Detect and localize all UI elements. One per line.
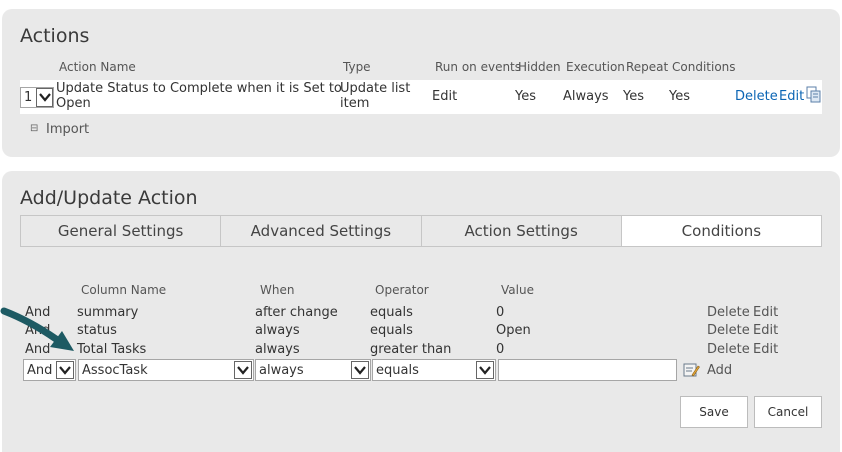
add-update-title: Add/Update Action (20, 187, 198, 209)
condition-when: after change (255, 305, 338, 320)
action-edit-link[interactable]: Edit (779, 89, 804, 104)
actions-panel: Actions Action Name Type Run on events H… (2, 9, 840, 157)
header-conditions: Conditions (672, 60, 736, 74)
condition-value: Open (496, 323, 531, 338)
action-name: Update Status to Complete when it is Set… (56, 81, 342, 111)
action-type-line1: Update list (340, 81, 411, 96)
condition-column: status (77, 323, 117, 338)
header-value: Value (501, 283, 534, 297)
condition-edit-link[interactable]: Edit (753, 323, 778, 338)
header-repeat: Repeat (626, 60, 669, 74)
tab-advanced-settings[interactable]: Advanced Settings (220, 215, 422, 247)
condition-delete-link[interactable]: Delete (707, 323, 750, 338)
cancel-button[interactable]: Cancel (754, 396, 822, 428)
action-order-select[interactable]: 1 (20, 87, 54, 108)
annotation-arrow-icon (0, 303, 80, 355)
join-select-value: And (27, 363, 53, 378)
chevron-down-icon (234, 361, 252, 379)
action-row: 1 Update Status to Complete when it is S… (20, 80, 822, 114)
tab-general-settings[interactable]: General Settings (20, 215, 222, 247)
value-input[interactable] (498, 359, 677, 381)
chevron-down-icon (476, 361, 494, 379)
action-type-line2: item (340, 96, 370, 111)
condition-value: 0 (496, 342, 505, 357)
action-run-on-events: Edit (432, 89, 458, 104)
condition-when: always (255, 342, 300, 357)
condition-when: always (255, 323, 300, 338)
tab-conditions[interactable]: Conditions (620, 215, 822, 247)
condition-operator: equals (370, 305, 413, 320)
condition-column: summary (77, 305, 139, 320)
chevron-down-icon (56, 361, 74, 379)
action-conditions: Yes (669, 89, 690, 104)
action-execution: Always (563, 89, 609, 104)
header-hidden: Hidden (518, 60, 561, 74)
action-name-line1: Update Status to Complete when it is Set… (56, 81, 342, 96)
action-delete-link[interactable]: Delete (735, 89, 778, 104)
settings-tabs: General Settings Advanced Settings Actio… (20, 215, 822, 247)
header-action-name: Action Name (59, 60, 136, 74)
action-type: Update list item (340, 81, 410, 111)
tab-action-settings[interactable]: Action Settings (420, 215, 622, 247)
operator-select[interactable]: equals (372, 359, 496, 381)
condition-operator: greater than (370, 342, 452, 357)
when-select-value: always (259, 363, 304, 378)
edit-form-icon[interactable] (683, 362, 700, 378)
condition-column: Total Tasks (77, 342, 147, 357)
header-operator: Operator (375, 283, 429, 297)
header-run-on-events: Run on events (435, 60, 522, 74)
condition-value: 0 (496, 305, 505, 320)
condition-delete-link[interactable]: Delete (707, 342, 750, 357)
condition-operator: equals (370, 323, 413, 338)
copy-icon[interactable] (806, 86, 822, 103)
import-toggle-icon[interactable]: ⊟ (30, 123, 38, 134)
action-name-line2: Open (56, 96, 91, 111)
condition-delete-link[interactable]: Delete (707, 305, 750, 320)
when-select[interactable]: always (255, 359, 371, 381)
header-when: When (260, 283, 295, 297)
join-select[interactable]: And (23, 359, 76, 381)
header-type: Type (343, 60, 371, 74)
column-select[interactable]: AssocTask (78, 359, 254, 381)
save-button[interactable]: Save (680, 396, 748, 428)
condition-edit-link[interactable]: Edit (753, 305, 778, 320)
header-column-name: Column Name (81, 283, 167, 297)
condition-edit-link[interactable]: Edit (753, 342, 778, 357)
operator-select-value: equals (376, 363, 419, 378)
action-hidden: Yes (515, 89, 536, 104)
action-order-value: 1 (24, 90, 33, 105)
add-update-panel: Add/Update Action General Settings Advan… (2, 171, 840, 452)
column-select-value: AssocTask (82, 363, 148, 378)
action-repeat: Yes (623, 89, 644, 104)
actions-title: Actions (20, 25, 90, 47)
header-execution: Execution (566, 60, 625, 74)
import-link[interactable]: Import (46, 122, 89, 137)
chevron-down-icon (36, 88, 53, 107)
add-condition-link[interactable]: Add (707, 363, 732, 378)
chevron-down-icon (351, 361, 369, 379)
